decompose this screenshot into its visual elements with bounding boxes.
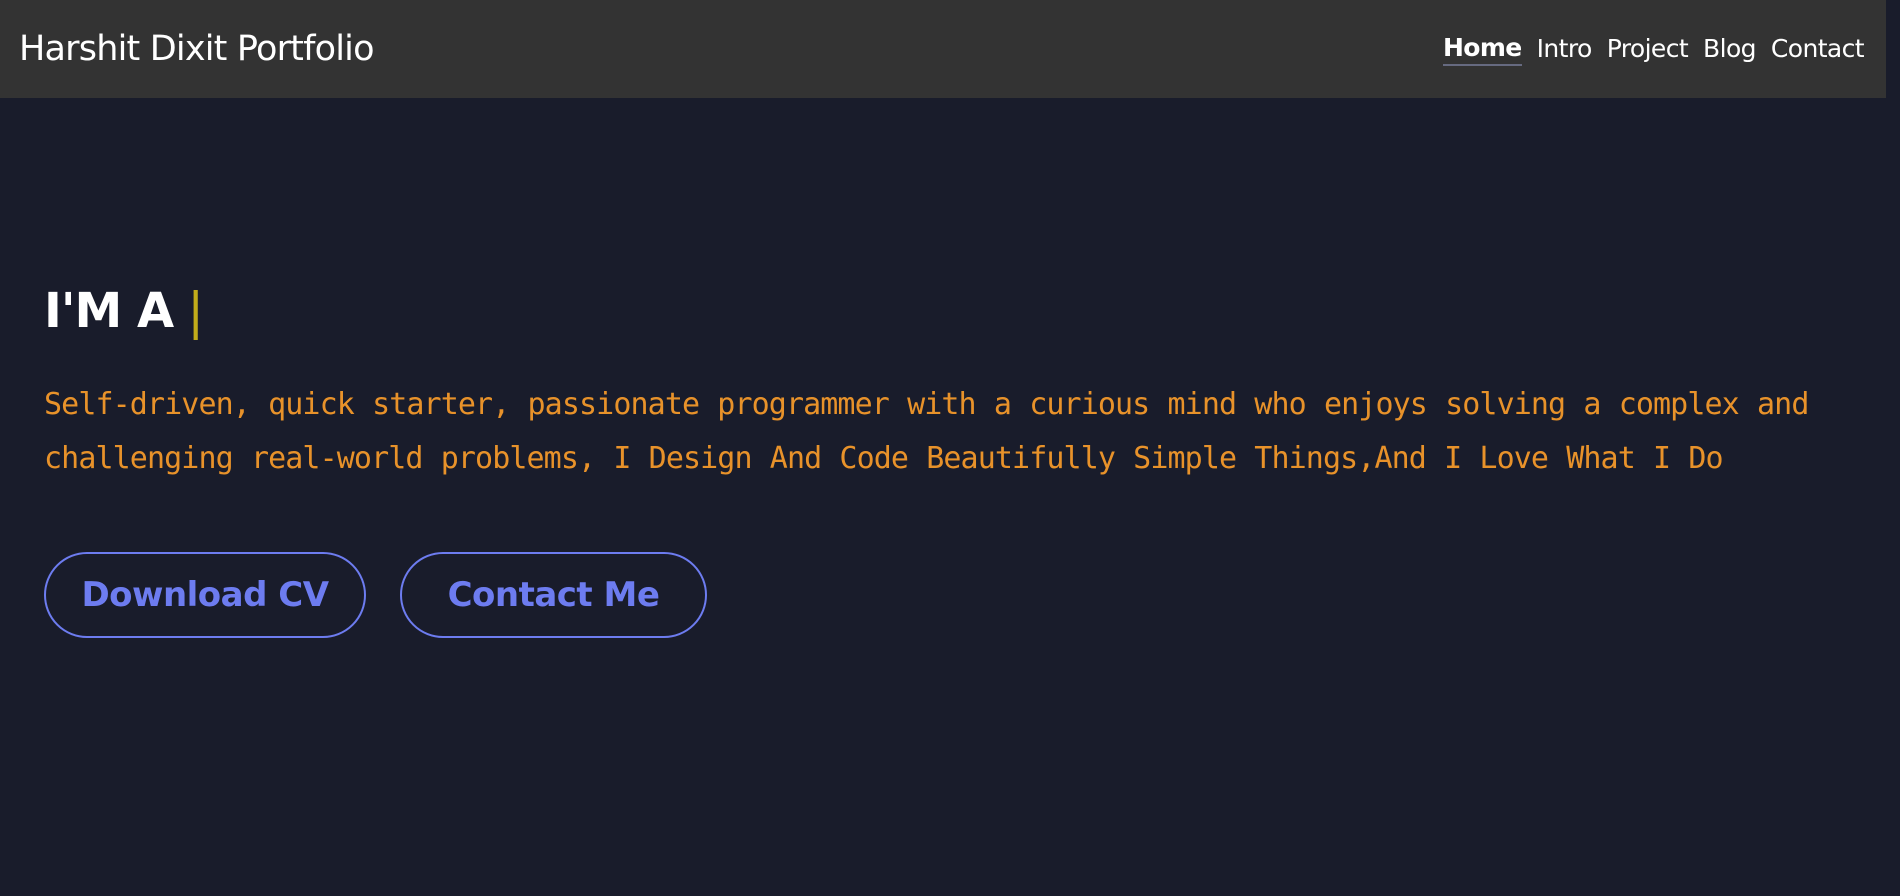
contact-me-button[interactable]: Contact Me [400,552,707,638]
hero-description: Self-driven, quick starter, passionate p… [44,387,1809,476]
nav-link-home[interactable]: Home [1442,33,1522,66]
hero-section: I'M A | Self-driven, quick starter, pass… [44,278,1864,638]
nav-link-intro[interactable]: Intro [1537,34,1593,65]
hero-headline-text: I'M A [44,283,174,339]
download-cv-button[interactable]: Download CV [44,552,366,638]
hero-buttons: Download CV Contact Me [44,552,1864,638]
nav-links: Home Intro Project Blog Contact [1442,33,1865,66]
brand-title[interactable]: Harshit Dixit Portfolio [19,29,375,69]
typing-cursor: | [187,282,204,340]
nav-link-contact[interactable]: Contact [1771,34,1865,65]
nav-link-blog[interactable]: Blog [1703,34,1756,65]
nav-link-project[interactable]: Project [1607,34,1689,65]
hero-headline: I'M A | [44,278,1864,344]
navbar: Harshit Dixit Portfolio Home Intro Proje… [0,0,1886,98]
